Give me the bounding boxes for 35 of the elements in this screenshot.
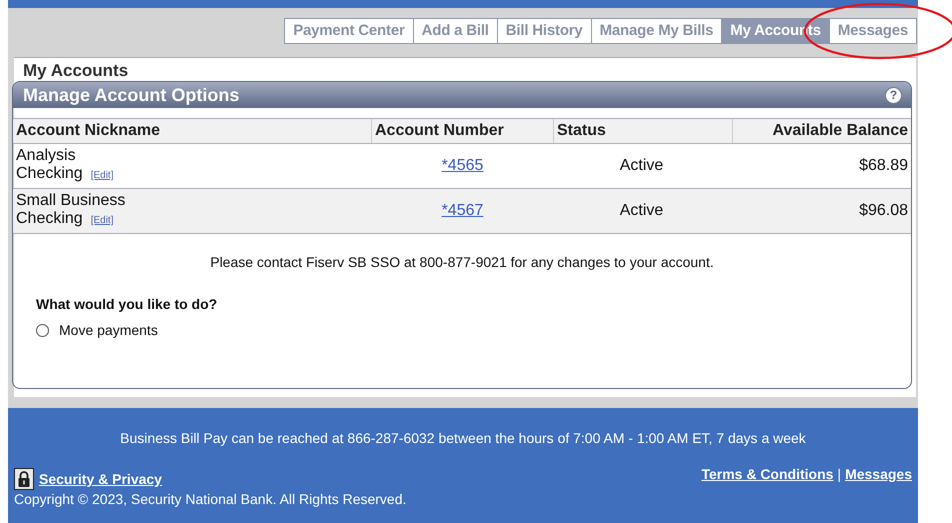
terms-link[interactable]: Terms & Conditions (701, 466, 834, 482)
radio-button[interactable] (36, 324, 49, 336)
nav-tab[interactable]: Add a Bill (412, 18, 498, 44)
column-header: Status (554, 118, 732, 144)
account-nickname-line: Checking (16, 210, 83, 228)
option-label: Move payments (59, 322, 158, 338)
edit-link[interactable]: [Edit] (90, 167, 114, 185)
lock-icon (14, 468, 34, 490)
nav-tab[interactable]: Messages (828, 18, 917, 44)
section-title: Manage Account Options (23, 84, 240, 106)
account-nickname-line: Checking (16, 165, 83, 183)
status-text: Active (620, 157, 664, 174)
notice-text: Please contact Fiserv SB SSO at 800-877-9021 for any changes to your account. (209, 254, 715, 270)
balance-text: $68.89 (859, 157, 908, 174)
hours-text: Business Bill Pay can be reached at 866-287-6032 between the hours of 7:00 AM - 1:00 AM ET, 7 days a week (119, 430, 807, 446)
column-header: Account Number (372, 118, 554, 144)
column-header: Available Balance (732, 118, 911, 144)
balance-text: $96.08 (859, 202, 908, 219)
account-nickname-line: Analysis (16, 147, 76, 165)
nav-tab[interactable]: Payment Center (284, 18, 414, 44)
account-number-link[interactable]: *4565 (442, 157, 484, 174)
status-text: Active (620, 202, 664, 219)
edit-link[interactable]: [Edit] (90, 212, 114, 230)
link-separator: | (837, 466, 842, 482)
page-title: My Accounts (23, 61, 128, 81)
account-number-link[interactable]: *4567 (442, 202, 484, 219)
account-nickname-line: Small Business (16, 192, 126, 210)
question-label: What would you like to do? (36, 296, 218, 312)
messages-link[interactable]: Messages (845, 466, 912, 482)
nav-tab[interactable]: Manage My Bills (590, 18, 722, 44)
column-header: Account Nickname (13, 118, 372, 144)
security-privacy-link[interactable]: Security & Privacy (39, 471, 162, 487)
help-button[interactable]: ? (886, 88, 901, 102)
nav-tab[interactable]: Bill History (496, 18, 592, 44)
copyright-text: Copyright © 2023, Security National Bank. All Rights Reserved. (14, 491, 408, 507)
